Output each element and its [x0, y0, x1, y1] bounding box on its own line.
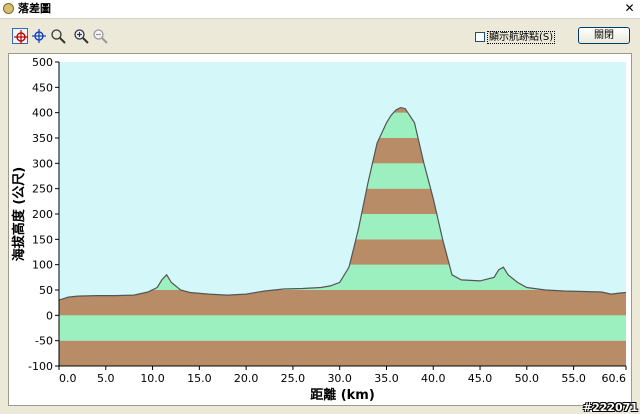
watermark: #222071 [582, 401, 638, 414]
x-axis-label: 距離 (km) [310, 387, 375, 403]
x-tick-label: 45.0 [468, 372, 493, 385]
y-tick-label: 300 [32, 157, 53, 170]
y-tick-label: 0 [46, 309, 53, 322]
y-tick-label: -100 [28, 360, 53, 373]
elevation-band [59, 315, 626, 341]
x-tick-label: 10.0 [140, 372, 165, 385]
toolbar: 顯示航跡點(S) 關閉 [0, 19, 640, 53]
app-icon [3, 3, 14, 14]
y-tick-label: 350 [32, 132, 53, 145]
y-tick-label: 100 [32, 259, 53, 272]
crosshair-red-icon[interactable] [12, 28, 28, 44]
x-tick-label: 30.0 [327, 372, 352, 385]
x-tick-label: 60.6 [602, 372, 627, 385]
x-tick-label: 25.0 [281, 372, 306, 385]
y-tick-label: 400 [32, 107, 53, 120]
elevation-chart[interactable]: 500450400350300250200150100500-50-1000.0… [9, 54, 631, 405]
window-title: 落差圖 [18, 2, 51, 15]
elevation-band [59, 340, 626, 366]
window-close-icon[interactable]: ✕ [623, 2, 636, 15]
x-tick-label: 15.0 [187, 372, 212, 385]
y-tick-label: 450 [32, 81, 53, 94]
zoom-in-icon[interactable] [73, 28, 89, 44]
zoom-region-icon[interactable] [50, 28, 66, 44]
x-tick-label: 5.0 [97, 372, 115, 385]
x-tick-label: 20.0 [234, 372, 259, 385]
elevation-band [59, 290, 626, 316]
y-tick-label: 500 [32, 56, 53, 69]
show-trackpoints-toggle[interactable]: 顯示航跡點(S) [475, 30, 556, 44]
x-tick-label: 35.0 [374, 372, 399, 385]
y-tick-label: -50 [35, 335, 53, 348]
x-tick-label: 40.0 [421, 372, 446, 385]
y-tick-label: 150 [32, 233, 53, 246]
y-tick-label: 200 [32, 208, 53, 221]
show-trackpoints-label: 顯示航跡點(S) [487, 30, 556, 44]
elevation-chart-panel: 500 450 400 350 300 250 200 150 100 50 0 -50 -100 0.0… [8, 53, 632, 406]
y-tick-label: 250 [32, 183, 53, 196]
x-tick-label: 55.0 [561, 372, 586, 385]
y-tick-label: 50 [39, 284, 53, 297]
show-trackpoints-checkbox[interactable] [475, 32, 485, 42]
crosshair-blue-icon[interactable] [31, 28, 47, 44]
x-tick-label: 0.0 [59, 372, 77, 385]
zoom-out-icon[interactable] [92, 28, 108, 44]
y-axis-label: 海拔高度 (公尺) [11, 167, 27, 261]
title-bar: 落差圖 ✕ [0, 0, 640, 19]
x-tick-label: 50.0 [515, 372, 540, 385]
close-button[interactable]: 關閉 [578, 27, 630, 44]
